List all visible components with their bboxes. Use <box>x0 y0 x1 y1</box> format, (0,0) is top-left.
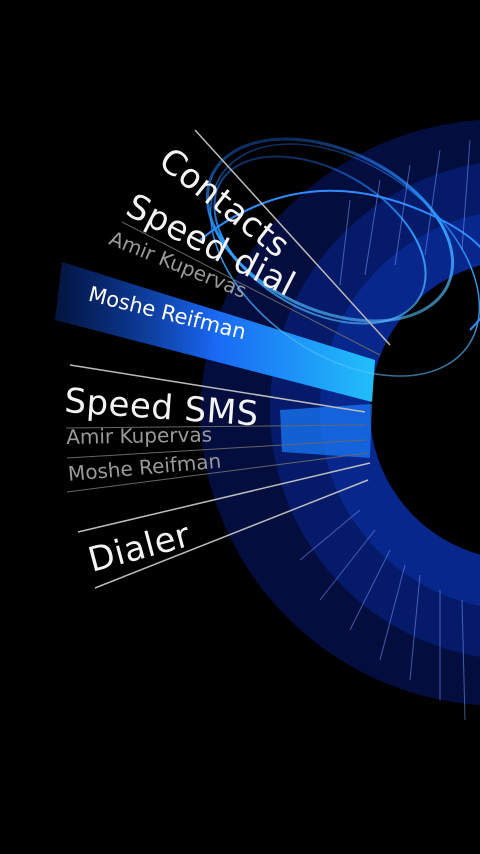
sms-wedge <box>280 404 372 458</box>
speed-sms-entry-amir[interactable]: Amir Kupervas <box>66 422 212 449</box>
